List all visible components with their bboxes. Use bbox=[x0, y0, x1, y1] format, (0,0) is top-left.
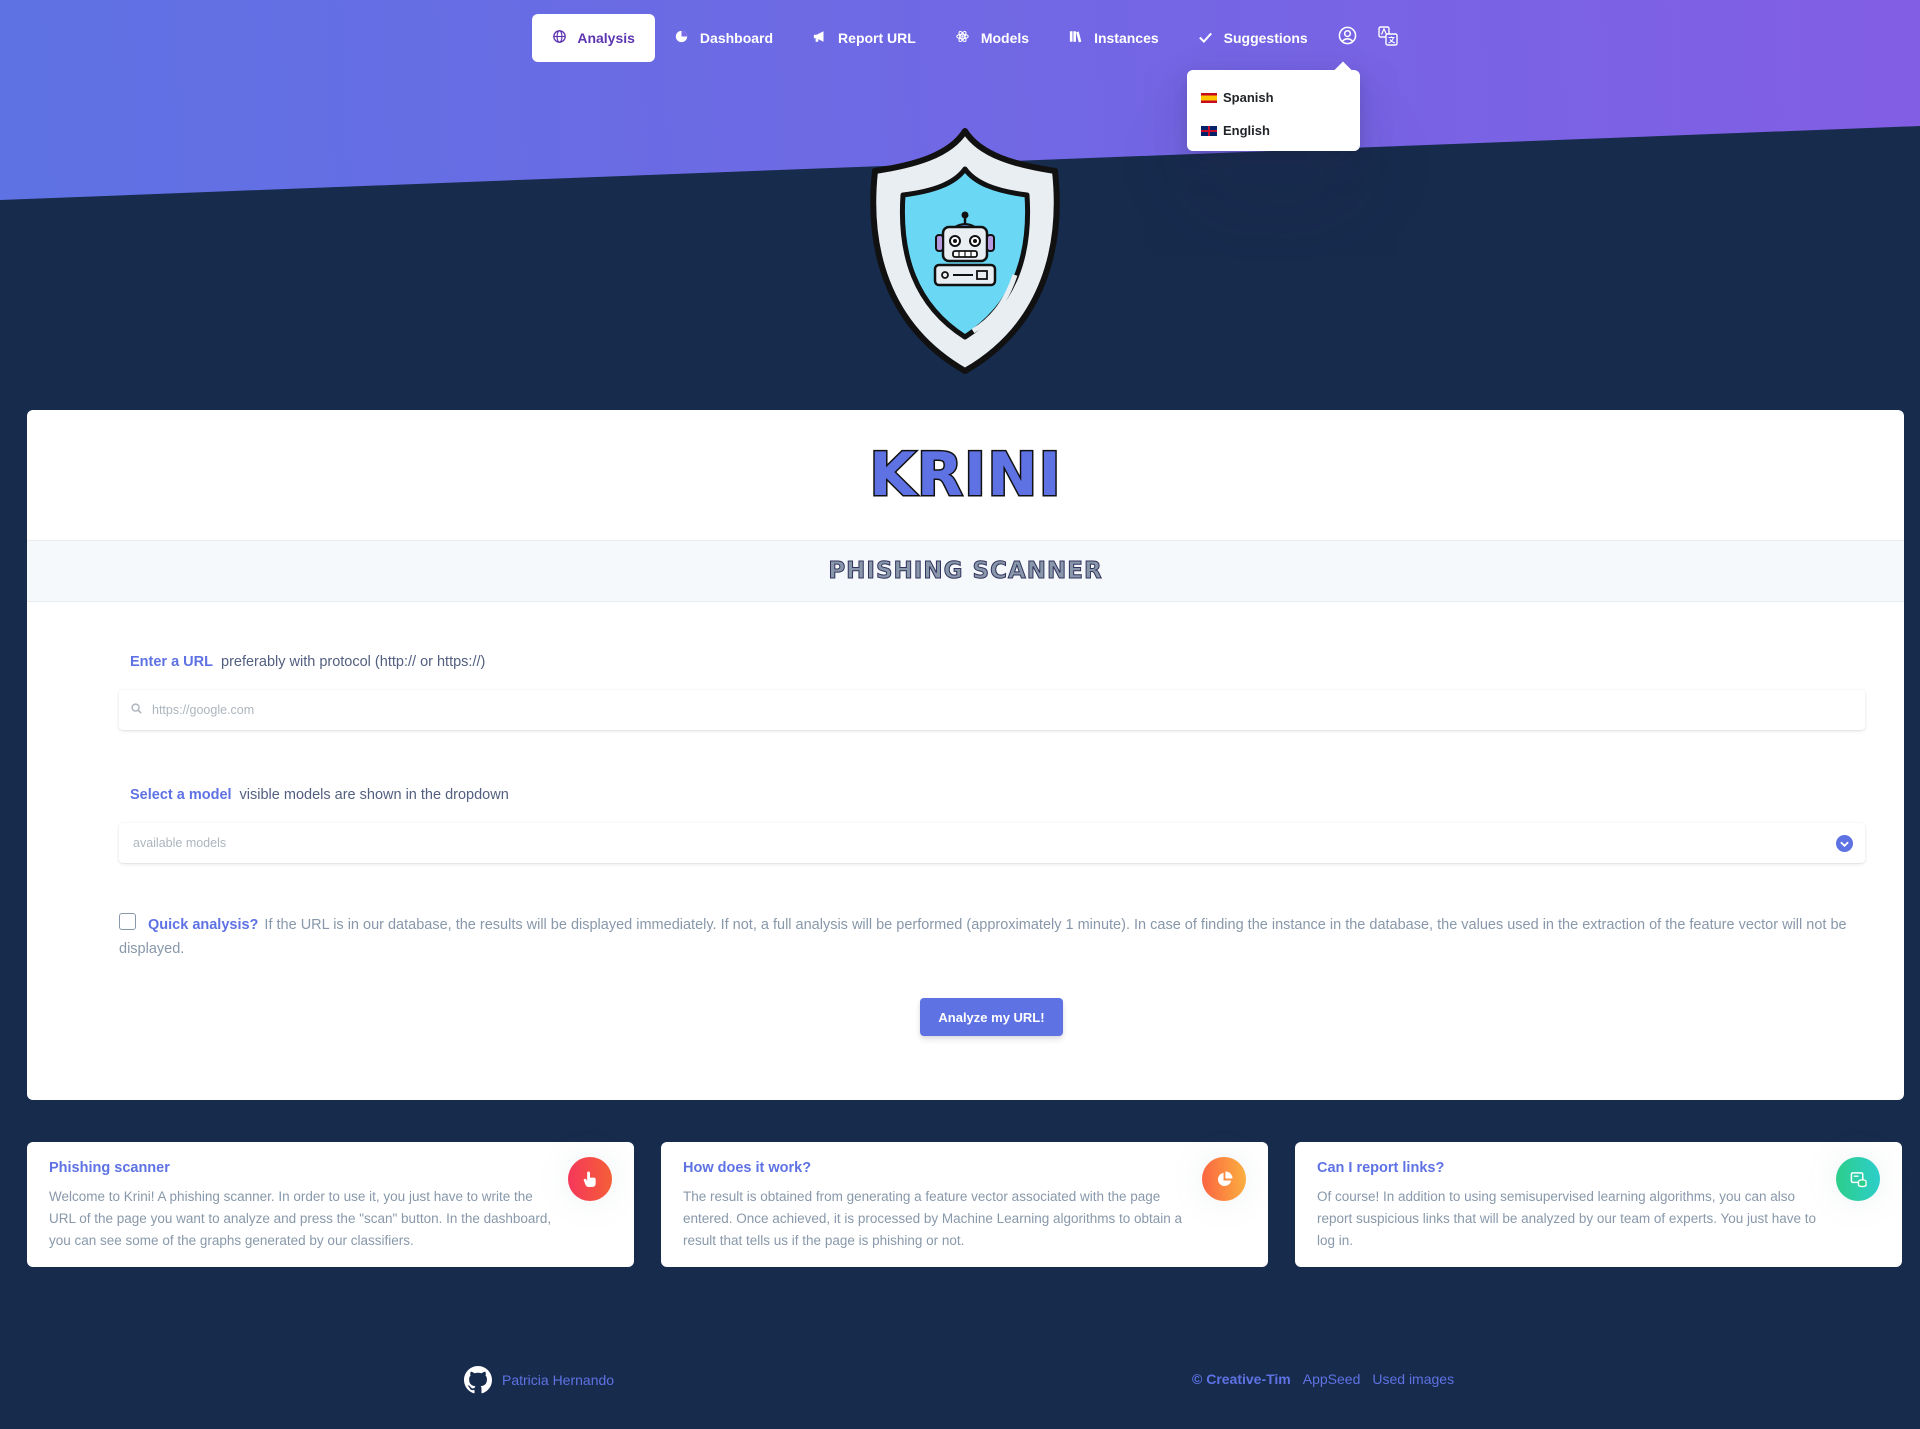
nav-item-label: Instances bbox=[1094, 30, 1159, 46]
top-navbar: Analysis Dashboard Report URL Models Ins… bbox=[0, 14, 1920, 62]
scanner-subtitle: PHISHING SCANNER bbox=[27, 540, 1904, 602]
info-card-text: Welcome to Krini! A phishing scanner. In… bbox=[49, 1189, 552, 1248]
info-card-how-it-works: How does it work? The result is obtained… bbox=[661, 1142, 1268, 1267]
analyze-url-button[interactable]: Analyze my URL! bbox=[920, 998, 1063, 1036]
model-select-placeholder: available models bbox=[133, 836, 227, 850]
footer-author[interactable]: Patricia Hernando bbox=[464, 1366, 614, 1394]
quick-analysis-description: Quick analysis? If the URL is in our data… bbox=[119, 913, 1859, 961]
info-card-text: Of course! In addition to using semisupe… bbox=[1317, 1189, 1817, 1248]
info-card-report-links: Can I report links? Of course! In additi… bbox=[1295, 1142, 1902, 1267]
nav-item-analysis[interactable]: Analysis bbox=[532, 14, 655, 62]
language-dropdown-menu: Spanish English bbox=[1187, 70, 1360, 151]
info-card-text: The result is obtained from generating a… bbox=[683, 1189, 1183, 1248]
atom-icon bbox=[956, 30, 970, 46]
model-field-label-strong: Select a model bbox=[130, 787, 232, 803]
quick-analysis-text: If the URL is in our database, the resul… bbox=[119, 917, 1847, 957]
url-input-placeholder: https://google.com bbox=[152, 703, 255, 717]
info-card-title: How does it work? bbox=[683, 1160, 812, 1176]
url-input[interactable]: https://google.com bbox=[119, 690, 1865, 730]
uk-flag-icon bbox=[1201, 125, 1217, 136]
model-select[interactable]: available models bbox=[119, 823, 1865, 863]
footer-link-creative-tim[interactable]: © Creative-Tim bbox=[1192, 1371, 1291, 1387]
scanner-card: KRINI PHISHING SCANNER Enter a URL prefer… bbox=[27, 410, 1904, 1100]
database-icon bbox=[1836, 1157, 1880, 1201]
nav-item-models[interactable]: Models bbox=[936, 14, 1049, 62]
language-option-spanish[interactable]: Spanish bbox=[1187, 81, 1360, 114]
footer-author-name: Patricia Hernando bbox=[502, 1372, 615, 1388]
user-account-button[interactable] bbox=[1328, 14, 1368, 62]
globe-icon bbox=[552, 30, 566, 46]
check-icon bbox=[1199, 31, 1213, 46]
model-field-label-hint: visible models are shown in the dropdown bbox=[239, 787, 509, 803]
pie-chart-icon bbox=[675, 30, 689, 46]
quick-analysis-checkbox[interactable] bbox=[119, 913, 136, 930]
chevron-down-icon bbox=[1836, 835, 1853, 852]
github-icon bbox=[464, 1366, 492, 1394]
language-option-english[interactable]: English bbox=[1187, 114, 1360, 147]
navbar-items: Analysis Dashboard Report URL Models Ins… bbox=[532, 14, 1407, 62]
quick-analysis-label[interactable]: Quick analysis? bbox=[148, 917, 258, 933]
nav-item-dashboard[interactable]: Dashboard bbox=[655, 14, 793, 62]
spain-flag-icon bbox=[1201, 92, 1217, 103]
nav-item-suggestions[interactable]: Suggestions bbox=[1179, 14, 1328, 62]
hand-pointer-icon bbox=[568, 1157, 612, 1201]
nav-item-label: Dashboard bbox=[699, 30, 774, 46]
url-field-label: Enter a URL preferably with protocol (htt… bbox=[130, 654, 485, 670]
nav-item-report-url[interactable]: Report URL bbox=[793, 14, 936, 62]
info-card-phishing-scanner: Phishing scanner Welcome to Krini! A phi… bbox=[27, 1142, 634, 1267]
url-field-label-hint: preferably with protocol (http:// or htt… bbox=[221, 654, 486, 670]
language-option-label: English bbox=[1223, 123, 1270, 138]
language-toggle-button[interactable] bbox=[1368, 14, 1408, 62]
footer-links: © Creative-Tim AppSeed Used images bbox=[1192, 1371, 1466, 1387]
search-icon bbox=[131, 703, 142, 717]
nav-item-label: Models bbox=[980, 30, 1030, 46]
user-circle-icon bbox=[1338, 26, 1357, 50]
nav-item-label: Suggestions bbox=[1223, 30, 1308, 46]
shield-robot-logo bbox=[870, 128, 1060, 374]
books-icon bbox=[1069, 30, 1083, 46]
footer-link-used-images[interactable]: Used images bbox=[1372, 1371, 1454, 1387]
translate-icon bbox=[1377, 25, 1398, 51]
chart-pie-icon bbox=[1202, 1157, 1246, 1201]
info-card-title: Can I report links? bbox=[1317, 1160, 1445, 1176]
nav-item-label: Report URL bbox=[838, 30, 916, 46]
megaphone-icon bbox=[813, 30, 827, 46]
info-card-title: Phishing scanner bbox=[49, 1160, 170, 1176]
language-option-label: Spanish bbox=[1223, 90, 1274, 105]
brand-title: KRINI bbox=[868, 439, 1063, 512]
url-field-label-strong: Enter a URL bbox=[130, 654, 213, 670]
model-field-label: Select a model visible models are shown i… bbox=[130, 787, 509, 803]
nav-item-instances[interactable]: Instances bbox=[1049, 14, 1179, 62]
nav-item-label: Analysis bbox=[577, 30, 635, 46]
footer-link-appseed[interactable]: AppSeed bbox=[1303, 1371, 1361, 1387]
